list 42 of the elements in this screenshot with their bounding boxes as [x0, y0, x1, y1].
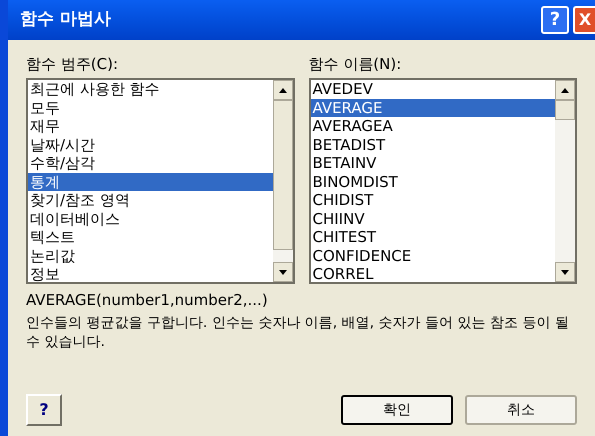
list-item[interactable]: 찾기/참조 영역 [28, 191, 272, 210]
list-item[interactable]: 데이터베이스 [28, 210, 272, 228]
list-item[interactable]: 수학/삼각 [28, 154, 272, 172]
dialog-button[interactable]: 확인 [341, 395, 453, 425]
up-arrow-icon [278, 88, 286, 92]
list-item[interactable]: 최근에 사용한 함수 [28, 80, 272, 98]
function-description: 인수들의 평균값을 구합니다. 인수는 숫자나 이름, 배열, 숫자가 들어 있는 참조 등이 될 수 있습니다. [26, 314, 570, 352]
scroll-up-button[interactable] [272, 80, 292, 100]
list-item[interactable]: AVEDEV [310, 80, 555, 98]
scroll-up-button[interactable] [555, 80, 575, 100]
scroll-down-button[interactable] [555, 262, 575, 282]
window-title: 함수 마법사 [20, 8, 112, 32]
up-arrow-icon [561, 88, 569, 92]
list-item[interactable]: CHIINV [310, 210, 555, 228]
list-item[interactable]: CORREL [310, 265, 555, 282]
list-item[interactable]: 재무 [28, 117, 272, 136]
scroll-thumb[interactable] [555, 100, 575, 120]
list-item[interactable]: 정보 [28, 265, 272, 282]
scroll-thumb[interactable] [272, 100, 292, 250]
list-item[interactable]: CHIDIST [310, 191, 555, 210]
list-item[interactable]: AVERAGE [310, 98, 555, 117]
close-button[interactable]: X [573, 6, 595, 34]
list-label: 함수 범주(C): [26, 54, 119, 74]
list-item[interactable]: 날짜/시간 [28, 136, 272, 154]
help-button[interactable]: ? [26, 394, 62, 426]
function-syntax: AVERAGE(number1,number2,...) [26, 290, 269, 310]
list-item[interactable]: CONFIDENCE [310, 246, 555, 265]
scroll-down-button[interactable] [272, 262, 292, 282]
list-item[interactable]: AVERAGEA [310, 117, 555, 136]
list-item[interactable]: BETAINV [310, 154, 555, 172]
list-item[interactable]: 텍스트 [28, 228, 272, 246]
list-item[interactable]: 논리값 [28, 246, 272, 265]
help-button[interactable]: ? [541, 6, 569, 34]
list-item[interactable]: CHITEST [310, 228, 555, 246]
down-arrow-icon [278, 270, 286, 274]
dialog-button[interactable]: 취소 [465, 395, 577, 425]
list-item[interactable]: 모두 [28, 98, 272, 117]
list-item[interactable]: 통계 [28, 172, 272, 191]
list-item[interactable]: BINOMDIST [310, 172, 555, 191]
list-label: 함수 이름(N): [308, 54, 402, 74]
list-item[interactable]: BETADIST [310, 136, 555, 154]
down-arrow-icon [561, 270, 569, 274]
